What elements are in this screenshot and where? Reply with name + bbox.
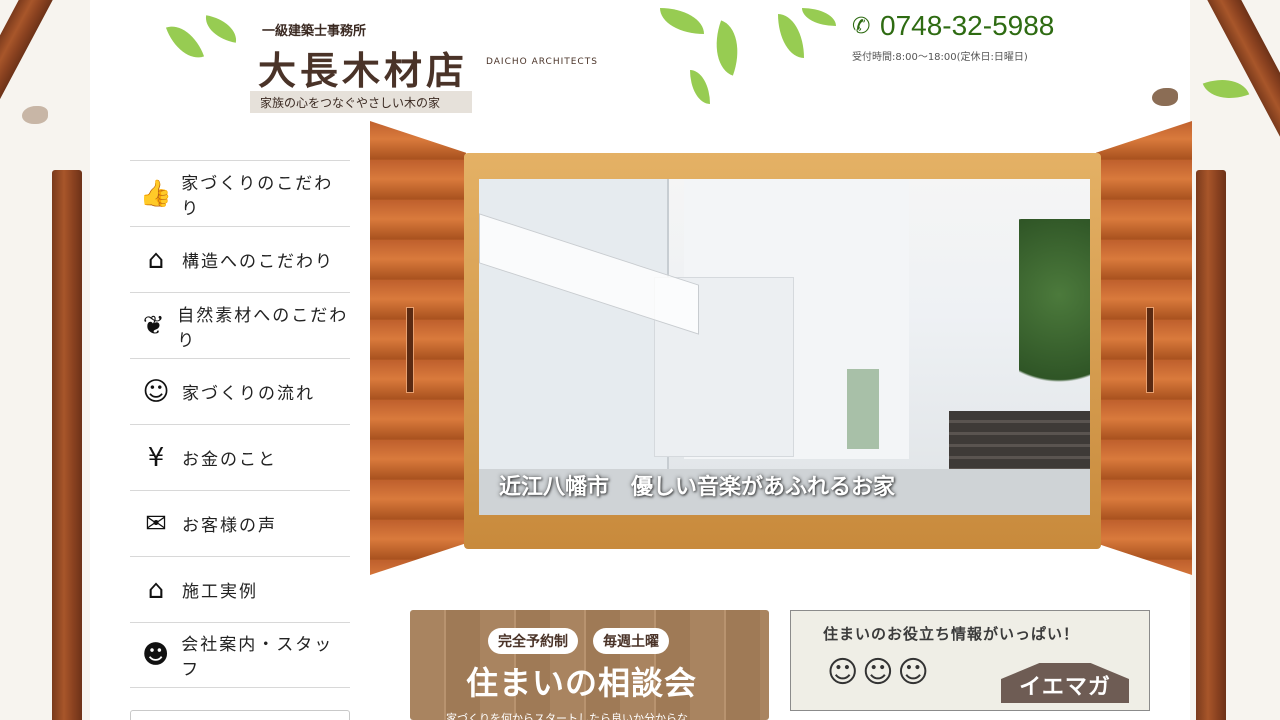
nav-label: 会社案内・スタッフ (181, 635, 334, 680)
logo-english: DAICHO ARCHITECTS (486, 57, 598, 67)
hero-slideshow-image[interactable]: 近江八幡市 優しい音楽があふれるお家 (479, 179, 1090, 515)
reservation-badge: 完全予約制 (488, 628, 578, 654)
nav-item-money[interactable]: ¥ お金のこと (130, 424, 350, 490)
worker-icon: ☺ (142, 376, 170, 407)
nav-item-company[interactable]: ☻ 会社案内・スタッフ (130, 622, 350, 688)
nav-label: お客様の声 (182, 516, 277, 536)
sidebar-nav: 👍 家づくりのこだわり ⌂ 構造へのこだわり ❦ 自然素材へのこだわり ☺ 家づ… (130, 160, 350, 688)
structure-icon: ⌂ (147, 244, 165, 275)
right-post-beam (1196, 170, 1226, 720)
consultation-banner[interactable]: 完全予約制 毎週土曜 住まいの相談会 家づくりを何からスタートしたら良いか分から… (410, 610, 769, 720)
leaf-icon: ❦ (142, 310, 165, 341)
nav-item-testimonials[interactable]: ✉ お客様の声 (130, 490, 350, 556)
thumbs-up-icon: 👍 (139, 178, 172, 209)
bird-icon (22, 106, 48, 124)
consultation-title: 住まいの相談会 (466, 664, 698, 702)
saturday-badge: 毎週土曜 (593, 628, 669, 654)
person-face-icon: ☻ (142, 640, 170, 670)
consultation-subtitle: 家づくりを何からスタートしたら良いか分からな (446, 712, 688, 720)
window-frame: 近江八幡市 優しい音楽があふれるお家 (464, 153, 1101, 549)
nav-item-structure[interactable]: ⌂ 構造へのこだわり (130, 226, 350, 292)
nav-label: 家づくりの流れ (182, 384, 315, 404)
phone-number[interactable]: 0748-32-5988 (880, 10, 1054, 42)
logo-subtitle: 一級建築士事務所 (262, 24, 367, 39)
iemaga-banner[interactable]: 住まいのお役立ち情報がいっぱい！ ☺☺☺ イエマガ (790, 610, 1150, 711)
left-window-shutter (370, 121, 466, 575)
house-icon: ⌂ (147, 574, 165, 605)
shutter-handle (1146, 307, 1154, 393)
iemaga-logo: イエマガ (1001, 663, 1129, 703)
tree (1019, 219, 1090, 409)
yen-icon: ¥ (147, 442, 165, 473)
bird-icon (1152, 88, 1178, 106)
front-door (847, 369, 879, 449)
left-post-beam (52, 170, 82, 720)
nav-item-house-commitment[interactable]: 👍 家づくりのこだわり (130, 160, 350, 226)
phone-icon: ✆ (852, 14, 871, 39)
nav-label: 構造へのこだわり (182, 252, 334, 272)
right-window-shutter (1096, 121, 1192, 575)
nav-label: 自然素材へのこだわり (177, 305, 349, 351)
leaf-icon (1202, 69, 1250, 109)
site-logo[interactable]: 大長木材店 (258, 40, 468, 95)
nav-item-natural-materials[interactable]: ❦ 自然素材へのこだわり (130, 292, 350, 358)
hero-caption: 近江八幡市 優しい音楽があふれるお家 (499, 475, 896, 500)
speech-bubble-icon: ✉ (145, 508, 167, 539)
family-faces-icon: ☺☺☺ (827, 655, 933, 690)
nav-label: お金のこと (182, 450, 277, 470)
shutter-handle (406, 307, 414, 393)
logo-tagline: 家族の心をつなぐやさしい木の家 (250, 91, 472, 113)
nav-item-works[interactable]: ⌂ 施工実例 (130, 556, 350, 622)
nav-label: 施工実例 (182, 582, 258, 602)
sidebar-banner[interactable] (130, 710, 350, 720)
nav-label: 家づくりのこだわり (181, 173, 334, 219)
business-hours: 受付時間:8:00～18:00(定休日:日曜日) (852, 52, 1028, 63)
iemaga-headline: 住まいのお役立ち情報がいっぱい！ (823, 625, 1080, 643)
nav-item-process[interactable]: ☺ 家づくりの流れ (130, 358, 350, 424)
